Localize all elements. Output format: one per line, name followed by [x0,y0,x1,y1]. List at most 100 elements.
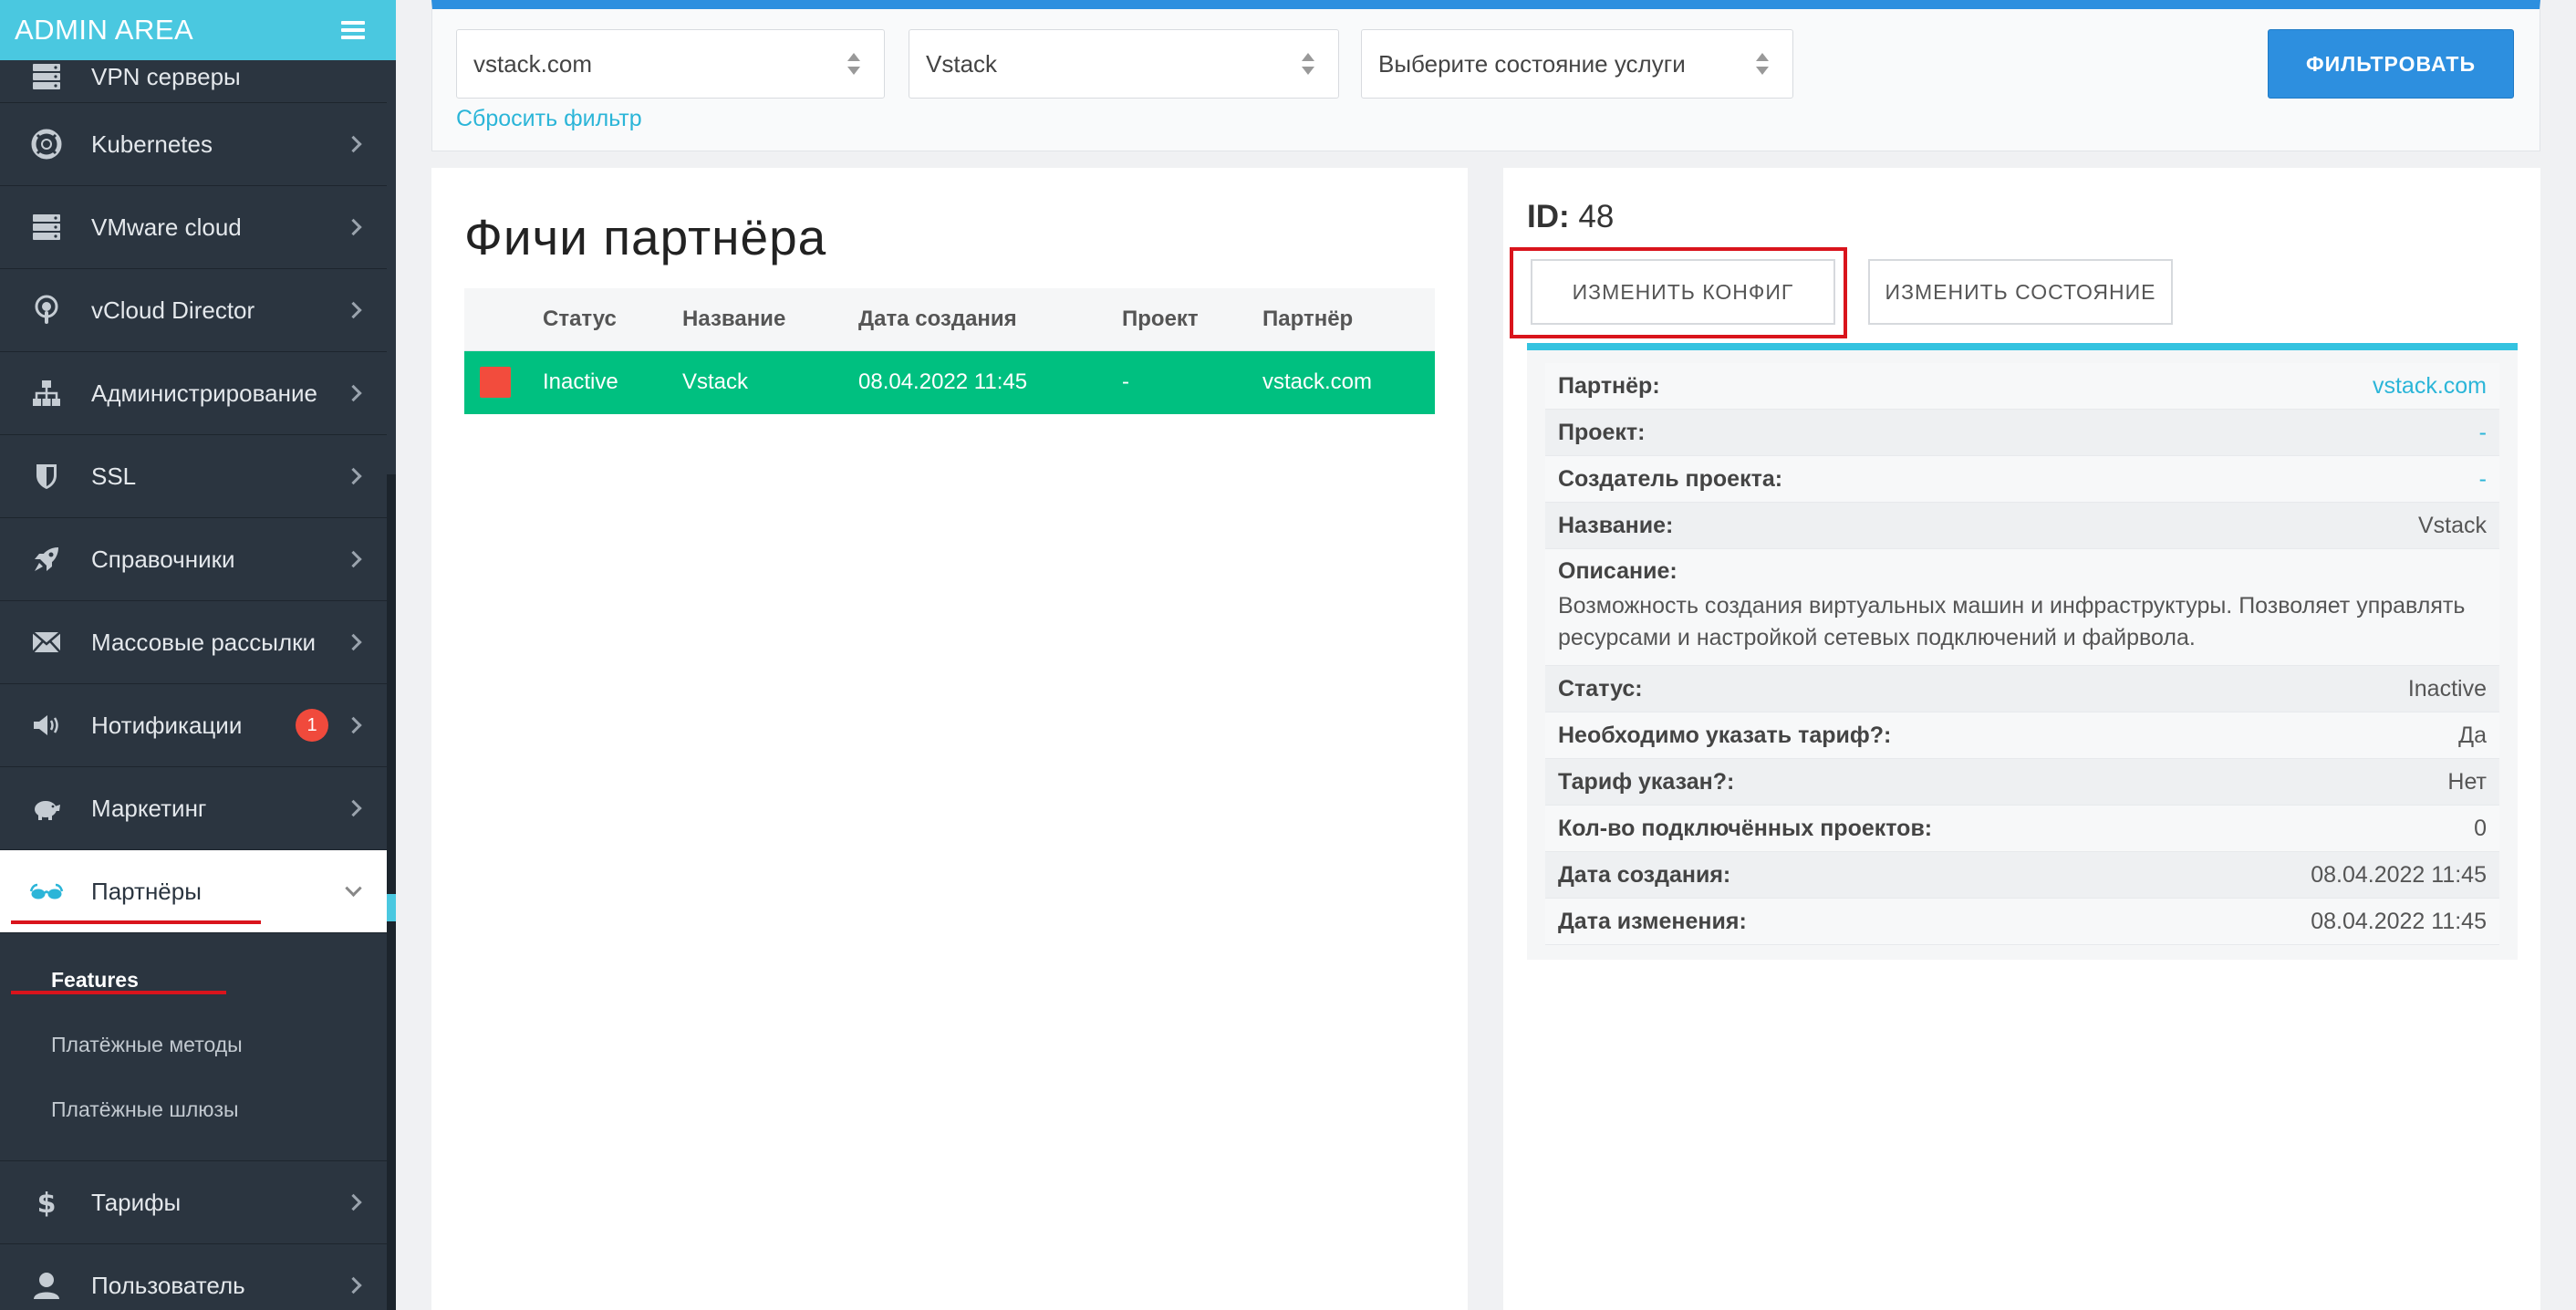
annotation-underline-features [11,991,226,994]
sidebar-item-label: Kubernetes [91,130,213,158]
record-id-label: ID: [1527,199,1570,234]
edit-state-button[interactable]: ИЗМЕНИТЬ СОСТОЯНИЕ [1868,259,2173,325]
service-state-select[interactable]: Выберите состояние услуги [1361,29,1793,99]
partner-select-value: vstack.com [473,49,593,78]
features-panel: Фичи партнёра Статус Название Дата созда… [431,168,1468,1310]
sidebar-item-marketing[interactable]: Маркетинг [0,767,387,850]
sidebar-item-label: Администрирование [91,379,317,407]
sidebar-item-administration[interactable]: Администрирование [0,352,387,435]
sidebar-item-notifications[interactable]: Нотификации 1 [0,684,387,767]
filter-button[interactable]: ФИЛЬТРОВАТЬ [2268,29,2514,99]
sidebar-item-label: Нотификации [91,711,243,739]
detail-value: Vstack [2417,512,2487,538]
column-header-project[interactable]: Проект [1122,288,1262,351]
detail-value: 08.04.2022 11:45 [2311,861,2487,888]
table-row[interactable]: Inactive Vstack 08.04.2022 11:45 - vstac… [464,350,1435,414]
service-state-placeholder: Выберите состояние услуги [1378,49,1686,78]
detail-label: Кол-во подключённых проектов: [1558,815,1933,841]
chevron-right-icon [345,799,362,817]
detail-value: 08.04.2022 11:45 [2311,908,2487,934]
sidebar-subitem-label: Features [51,968,139,992]
lifebuoy-icon [27,125,66,163]
cell-project: - [1122,350,1262,414]
filter-bar: vstack.com Vstack Выберите состояние усл… [431,0,2540,151]
sidebar-item-user[interactable]: Пользователь [0,1244,387,1310]
partner-link[interactable]: vstack.com [2373,373,2487,400]
features-table: Статус Название Дата создания Проект Пар… [464,288,1435,414]
sidebar-item-label: Партнёры [91,877,202,905]
detail-label: Создатель проекта: [1558,465,1783,492]
detail-row-project-creator: Создатель проекта: - [1545,456,2499,503]
project-link[interactable]: - [2479,420,2487,446]
sitemap-icon [27,374,66,412]
feature-detail-panel: ID: 48 ИЗМЕНИТЬ КОНФИГ ИЗМЕНИТЬ СОСТОЯНИ… [1503,168,2540,1310]
chevron-right-icon [345,218,362,236]
chevron-right-icon [345,550,362,568]
shield-icon [27,457,66,495]
sidebar-scrollbar-thumb[interactable] [387,894,396,921]
record-id-value: 48 [1578,199,1615,234]
sidebar-item-vcloud-director[interactable]: vCloud Director [0,269,387,352]
detail-row-created: Дата создания: 08.04.2022 11:45 [1545,852,2499,899]
brand-bar: ADMIN AREA [0,0,396,60]
sidebar-item-ssl[interactable]: SSL [0,435,387,518]
detail-row-project: Проект: - [1545,410,2499,456]
chevron-right-icon [345,1276,362,1294]
hamburger-menu-icon[interactable] [341,21,365,39]
svg-text:$: $ [37,1188,57,1218]
sidebar-scrollbar[interactable] [387,474,396,1310]
column-header-status[interactable]: Статус [543,288,682,351]
select-arrows-icon [847,53,860,75]
detail-row-status: Статус: Inactive [1545,666,2499,712]
sidebar-item-vmware-cloud[interactable]: VMware cloud [0,186,387,269]
user-icon [27,1266,66,1305]
sidebar-item-label: VMware cloud [91,213,242,241]
column-header-created[interactable]: Дата создания [858,288,1122,351]
column-header-partner[interactable]: Партнёр [1262,288,1435,351]
sidebar-item-directories[interactable]: Справочники [0,518,387,601]
chevron-right-icon [345,384,362,402]
sidebar-item-label: vCloud Director [91,296,255,324]
detail-label: Описание: [1558,558,1678,584]
chevron-right-icon [345,467,362,485]
sidebar-item-label: Справочники [91,545,235,573]
annotation-underline-partners [11,920,261,924]
page-title: Фичи партнёра [464,209,827,265]
detail-row-partner: Партнёр: vstack.com [1545,363,2499,410]
detail-value: Да [2458,722,2487,748]
sidebar-item-kubernetes[interactable]: Kubernetes [0,103,387,186]
detail-value: Inactive [2407,675,2487,702]
sidebar-item-mass-mailing[interactable]: Массовые рассылки [0,601,387,684]
sidebar-subitem-payment-methods[interactable]: Платёжные методы [0,1013,387,1077]
dollar-icon: $ [27,1183,66,1222]
sidebar-item-label: Тарифы [91,1188,182,1216]
column-header-name[interactable]: Название [682,288,858,351]
product-select[interactable]: Vstack [909,29,1339,99]
sidebar-subitem-label: Платёжные шлюзы [51,1097,239,1121]
partners-submenu: Features Платёжные методы Платёжные шлюз… [0,933,387,1161]
sidebar-subitem-features[interactable]: Features [0,948,387,1013]
project-creator-link[interactable]: - [2479,466,2487,493]
product-select-value: Vstack [926,49,998,78]
envelope-icon [27,623,66,661]
partner-select[interactable]: vstack.com [456,29,885,99]
sidebar-subitem-payment-gateways[interactable]: Платёжные шлюзы [0,1077,387,1142]
sidebar-item-label: Пользователь [91,1271,245,1299]
reset-filter-link[interactable]: Сбросить фильтр [456,106,642,132]
detail-row-modified: Дата изменения: 08.04.2022 11:45 [1545,899,2499,945]
piggy-bank-icon [27,789,66,827]
detail-row-connected-projects: Кол-во подключённых проектов: 0 [1545,806,2499,852]
table-header-row: Статус Название Дата создания Проект Пар… [464,288,1435,351]
detail-row-description: Описание: Возможность создания виртуальн… [1545,549,2499,666]
detail-label: Проект: [1558,419,1646,445]
sidebar-item-tariffs[interactable]: $ Тарифы [0,1161,387,1244]
sidebar-item-label: SSL [91,462,137,490]
detail-label: Дата изменения: [1558,908,1747,934]
server-stack-icon [27,208,66,246]
cell-partner: vstack.com [1262,350,1435,414]
detail-label: Необходимо указать тариф?: [1558,722,1892,748]
select-arrows-icon [1302,53,1314,75]
detail-label: Статус: [1558,675,1643,702]
sidebar-subitem-label: Платёжные методы [51,1033,243,1056]
megaphone-icon [27,706,66,744]
